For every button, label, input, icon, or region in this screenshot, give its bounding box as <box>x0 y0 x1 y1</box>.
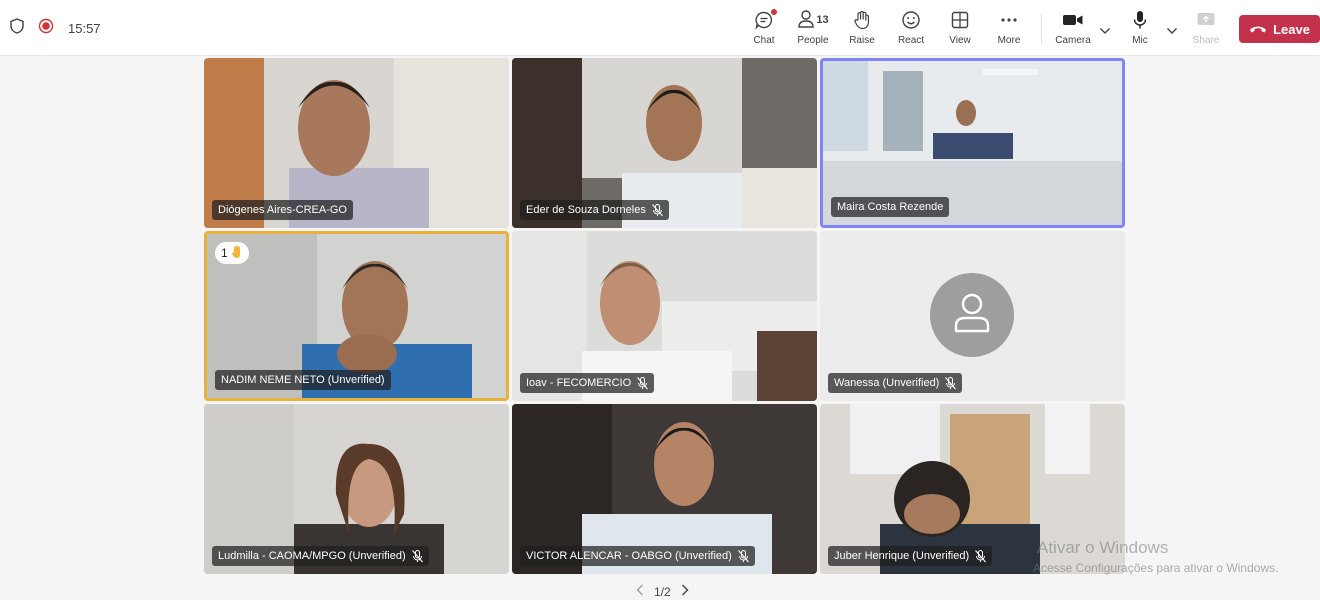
meeting-toolbar: 15:57 Chat 13 People Raise React View Mo… <box>0 0 1320 56</box>
share-screen-icon <box>1196 8 1216 32</box>
participant-name: Ludmilla - CAOMA/MPGO (Unverified) <box>218 550 406 562</box>
mic-options-chevron-icon[interactable] <box>1166 22 1178 40</box>
recording-icon <box>38 18 54 39</box>
more-button[interactable]: More <box>983 8 1035 52</box>
react-label: React <box>897 35 925 46</box>
share-button[interactable]: Share <box>1180 8 1232 52</box>
participant-name-chip: Ioav - FECOMERCIO <box>520 373 655 393</box>
more-icon <box>1000 8 1018 32</box>
participant-name-chip: Maira Costa Rezende <box>831 197 950 217</box>
mic-off-icon <box>945 376 957 390</box>
participant-tile-hand-raised[interactable]: 1 NADIM NEME NETO (Unverified) <box>204 231 509 401</box>
participant-name: NADIM NEME NETO (Unverified) <box>221 374 385 386</box>
chat-icon <box>754 8 777 32</box>
windows-activation-title: Ativar o Windows <box>1037 538 1169 557</box>
hand-icon <box>853 8 871 32</box>
raised-hand-badge: 1 <box>215 242 249 264</box>
people-count: 13 <box>816 14 829 26</box>
people-label: People <box>797 35 829 46</box>
raise-label: Raise <box>849 35 875 46</box>
react-button[interactable]: React <box>885 8 937 52</box>
raised-hand-icon <box>231 245 243 262</box>
participant-tile[interactable]: Ludmilla - CAOMA/MPGO (Unverified) <box>204 404 509 574</box>
participant-name: Eder de Souza Dorneles <box>526 204 646 216</box>
page-indicator: 1/2 <box>654 584 671 599</box>
more-label: More <box>997 35 1021 46</box>
unread-dot <box>771 9 777 15</box>
chevron-left-icon[interactable] <box>636 584 644 599</box>
people-button[interactable]: 13 People <box>787 8 839 52</box>
people-icon <box>797 9 815 32</box>
shield-icon <box>10 18 24 39</box>
participant-tile-active-speaker[interactable]: Maira Costa Rezende <box>820 58 1125 228</box>
participant-name: Ioav - FECOMERCIO <box>526 377 632 389</box>
meeting-status: 15:57 <box>10 18 101 39</box>
mic-label: Mic <box>1132 35 1148 46</box>
participant-name: Juber Henrique (Unverified) <box>834 550 970 562</box>
hang-up-icon <box>1249 22 1267 37</box>
mic-off-icon <box>411 549 423 563</box>
mic-off-icon <box>651 203 663 217</box>
share-label: Share <box>1192 35 1220 46</box>
participant-name: Diógenes Aires-CREA-GO <box>218 204 347 216</box>
chat-button[interactable]: Chat <box>738 8 790 52</box>
participant-tile[interactable]: Diógenes Aires-CREA-GO <box>204 58 509 228</box>
avatar <box>930 273 1014 357</box>
participant-name-chip: Eder de Souza Dorneles <box>520 200 669 220</box>
leave-button[interactable]: Leave <box>1239 15 1320 43</box>
participant-tile[interactable]: Ioav - FECOMERCIO <box>512 231 817 401</box>
camera-options-chevron-icon[interactable] <box>1099 22 1111 40</box>
mic-off-icon <box>975 549 987 563</box>
meeting-timer: 15:57 <box>68 21 101 36</box>
camera-icon <box>1062 8 1084 32</box>
participant-name-chip: Juber Henrique (Unverified) <box>828 546 993 566</box>
chevron-right-icon[interactable] <box>681 584 689 599</box>
gallery-pagination: 1/2 <box>636 584 689 599</box>
participant-name: VICTOR ALENCAR - OABGO (Unverified) <box>526 550 732 562</box>
participant-name-chip: Ludmilla - CAOMA/MPGO (Unverified) <box>212 546 429 566</box>
raise-hand-button[interactable]: Raise <box>836 8 888 52</box>
mic-button[interactable]: Mic <box>1114 8 1166 52</box>
view-button[interactable]: View <box>934 8 986 52</box>
mic-off-icon <box>637 376 649 390</box>
participant-name-chip: VICTOR ALENCAR - OABGO (Unverified) <box>520 546 755 566</box>
participant-name: Maira Costa Rezende <box>837 201 944 213</box>
participant-tile[interactable]: VICTOR ALENCAR - OABGO (Unverified) <box>512 404 817 574</box>
participant-name: Wanessa (Unverified) <box>834 377 940 389</box>
hand-queue-number: 1 <box>221 246 228 260</box>
toolbar-divider <box>1041 14 1042 44</box>
smiley-icon <box>901 8 921 32</box>
participant-tile[interactable]: Eder de Souza Dorneles <box>512 58 817 228</box>
mic-off-icon <box>737 549 749 563</box>
view-label: View <box>949 35 971 46</box>
microphone-icon <box>1132 8 1148 32</box>
leave-label: Leave <box>1273 21 1310 37</box>
participant-name-chip: NADIM NEME NETO (Unverified) <box>215 370 391 390</box>
chat-label: Chat <box>753 35 775 46</box>
person-icon <box>952 291 992 340</box>
camera-label: Camera <box>1055 35 1091 46</box>
camera-button[interactable]: Camera <box>1047 8 1099 52</box>
participant-tile-camera-off[interactable]: Wanessa (Unverified) <box>820 231 1125 401</box>
windows-activation-text: Acesse Configurações para ativar o Windo… <box>1033 561 1279 575</box>
grid-view-icon <box>951 8 969 32</box>
participant-name-chip: Diógenes Aires-CREA-GO <box>212 200 353 220</box>
participant-name-chip: Wanessa (Unverified) <box>828 373 963 393</box>
